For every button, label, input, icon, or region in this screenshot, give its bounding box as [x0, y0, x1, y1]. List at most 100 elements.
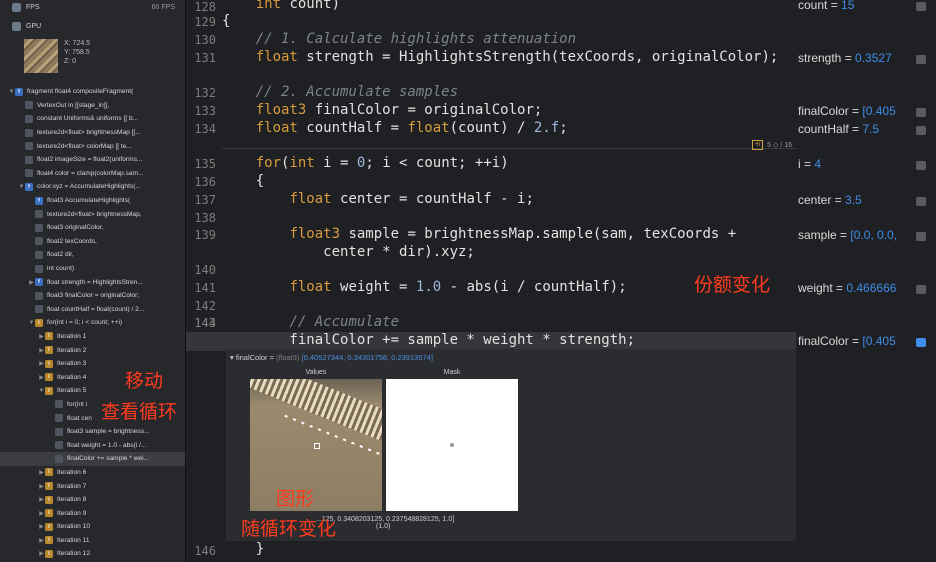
- disclosure-triangle-icon[interactable]: ▶: [38, 510, 45, 517]
- quick-look-button[interactable]: [916, 161, 926, 170]
- tree-item[interactable]: float weight = 1.0 - abs(i /...: [0, 438, 185, 452]
- tree-item[interactable]: ▶ i Iteration 10: [0, 520, 185, 534]
- gpu-row[interactable]: GPU: [0, 19, 185, 33]
- tree-item[interactable]: float3 originalColor,: [0, 221, 185, 235]
- line-number[interactable]: 141: [194, 281, 216, 295]
- tree-item[interactable]: ▶ i Iteration 8: [0, 493, 185, 507]
- tree-item[interactable]: ▶ i Iteration 12: [0, 547, 185, 561]
- code-line[interactable]: // 1. Calculate highlights attenuation: [222, 31, 576, 47]
- tree-item[interactable]: int count): [0, 262, 185, 276]
- line-number[interactable]: 128: [194, 0, 216, 14]
- code-line[interactable]: int count): [222, 0, 340, 12]
- tree-item[interactable]: ▼ i for(int i = 0; i < count; ++i): [0, 316, 185, 330]
- code-line[interactable]: float3 sample = brightnessMap.sample(sam…: [222, 226, 736, 242]
- code-line[interactable]: float countHalf = float(count) / 2.f;: [222, 120, 568, 136]
- code-line[interactable]: center * dir).xyz;: [222, 244, 475, 260]
- quick-look-button[interactable]: [916, 55, 926, 64]
- code-line[interactable]: // 2. Accumulate samples: [222, 84, 458, 100]
- popover-header[interactable]: ▾ finalColor = (float3) [0.40527344, 0.3…: [226, 349, 796, 362]
- line-number[interactable]: 133: [194, 104, 216, 118]
- tree-item[interactable]: texture2d<float> colorMap [[ te...: [0, 139, 185, 153]
- code-line[interactable]: float strength = HighlightsStrength(texC…: [222, 49, 779, 65]
- tree-item[interactable]: ▶ i Iteration 9: [0, 506, 185, 520]
- tree-item[interactable]: constant Uniforms& uniforms [[ b...: [0, 112, 185, 126]
- tree-item[interactable]: VertexOut in [[stage_in]],: [0, 99, 185, 113]
- disclosure-triangle-icon[interactable]: ▶: [38, 360, 45, 367]
- tree-item[interactable]: float countHalf = float(count) / 2...: [0, 303, 185, 317]
- tree-item[interactable]: ▼ f fragment float4 compositeFragment(: [0, 85, 185, 99]
- iteration-badge[interactable]: ⟲ 5 ◇ / 16: [752, 140, 792, 150]
- code-line[interactable]: float3 finalColor = originalColor;: [222, 102, 543, 118]
- line-number[interactable]: 139: [194, 228, 216, 242]
- code-line[interactable]: float center = countHalf - i;: [222, 191, 533, 207]
- variable-value-row[interactable]: center = 3.5: [798, 193, 862, 207]
- tree-item[interactable]: float2 texCoords,: [0, 235, 185, 249]
- variable-value-row[interactable]: weight = 0.466666: [798, 281, 896, 295]
- disclosure-triangle-icon[interactable]: ▼: [8, 89, 15, 95]
- line-number[interactable]: 146: [194, 544, 216, 558]
- disclosure-triangle-icon[interactable]: ▶: [38, 347, 45, 354]
- disclosure-triangle-icon[interactable]: ▶: [28, 279, 35, 286]
- tree-item[interactable]: finalColor += sample * wei...: [0, 452, 185, 466]
- disclosure-triangle-icon[interactable]: ▼: [28, 320, 35, 326]
- line-number[interactable]: 136: [194, 175, 216, 189]
- code-line[interactable]: finalColor += sample * weight * strength…: [222, 332, 635, 348]
- disclosure-triangle-icon[interactable]: ▼: [18, 184, 25, 190]
- line-number[interactable]: 144: [194, 316, 216, 330]
- variable-value-row[interactable]: countHalf = 7.5: [798, 122, 879, 136]
- disclosure-triangle-icon[interactable]: ▶: [38, 483, 45, 490]
- line-number[interactable]: 129: [194, 15, 216, 29]
- variable-value-row[interactable]: i = 4: [798, 157, 821, 171]
- code-line[interactable]: }: [222, 541, 264, 557]
- tree-item[interactable]: ▶ i Iteration 1: [0, 330, 185, 344]
- line-number[interactable]: 135: [194, 157, 216, 171]
- disclosure-triangle-icon[interactable]: ▶: [38, 469, 45, 476]
- disclosure-triangle-icon[interactable]: ▶: [38, 333, 45, 340]
- tree-item[interactable]: ▶ i Iteration 11: [0, 534, 185, 548]
- disclosure-triangle-icon[interactable]: ▶: [38, 537, 45, 544]
- quick-look-button[interactable]: [916, 232, 926, 241]
- line-number[interactable]: 142: [194, 299, 216, 313]
- quick-look-button[interactable]: [916, 285, 926, 294]
- fps-row[interactable]: FPS 60 FPS: [0, 0, 185, 14]
- quick-look-button[interactable]: [916, 126, 926, 135]
- tree-item[interactable]: texture2d<float> brightnessMap [[...: [0, 126, 185, 140]
- disclosure-triangle-icon[interactable]: ▶: [38, 496, 45, 503]
- line-number[interactable]: 131: [194, 51, 216, 65]
- quick-look-button[interactable]: [916, 2, 926, 11]
- disclosure-triangle-icon[interactable]: ▼: [38, 388, 45, 394]
- variable-value-row[interactable]: finalColor = [0.405: [798, 334, 896, 348]
- tree-item[interactable]: ▶ i Iteration 2: [0, 343, 185, 357]
- pixel-thumbnail[interactable]: [24, 39, 58, 73]
- variable-value-row[interactable]: finalColor = [0.405: [798, 104, 896, 118]
- line-number[interactable]: 138: [194, 211, 216, 225]
- line-number[interactable]: 140: [194, 263, 216, 277]
- tree-item[interactable]: texture2d<float> brightnessMap,: [0, 207, 185, 221]
- variable-value-row[interactable]: strength = 0.3527: [798, 51, 892, 65]
- code-line[interactable]: {: [222, 13, 230, 29]
- code-line[interactable]: // Accumulate: [222, 314, 399, 330]
- code-line[interactable]: {: [222, 173, 264, 189]
- quick-look-button[interactable]: [916, 108, 926, 117]
- code-line[interactable]: float weight = 1.0 - abs(i / countHalf);: [222, 279, 626, 295]
- disclosure-triangle-icon[interactable]: ▶: [38, 550, 45, 557]
- values-preview-image[interactable]: [250, 379, 382, 511]
- mask-preview-image[interactable]: [386, 379, 518, 511]
- line-number[interactable]: 132: [194, 86, 216, 100]
- tree-item[interactable]: f float3 AccumulateHighlights(: [0, 194, 185, 208]
- disclosure-triangle-icon[interactable]: ▶: [38, 374, 45, 381]
- tree-item[interactable]: ▶ i Iteration 6: [0, 466, 185, 480]
- code-line[interactable]: for(int i = 0; i < count; ++i): [222, 155, 509, 171]
- variable-value-row[interactable]: count = 15: [798, 0, 854, 12]
- tree-item[interactable]: float4 color = clamp(colorMap.sam...: [0, 167, 185, 181]
- tree-item[interactable]: float3 finalColor = originalColor;: [0, 289, 185, 303]
- tree-item[interactable]: ▶ i Iteration 7: [0, 479, 185, 493]
- tree-item[interactable]: ▶ f float strength = HighlightsStren...: [0, 275, 185, 289]
- tree-item[interactable]: float2 imageSize = float2(uniforms...: [0, 153, 185, 167]
- tree-item[interactable]: float3 sample = brightness...: [0, 425, 185, 439]
- disclosure-triangle-icon[interactable]: ▶: [38, 523, 45, 530]
- quick-look-button[interactable]: [916, 197, 926, 206]
- tree-item[interactable]: ▼ f color.xyz = AccumulateHighlights(...: [0, 180, 185, 194]
- line-number[interactable]: 130: [194, 33, 216, 47]
- variable-value-row[interactable]: sample = [0.0, 0.0,: [798, 228, 897, 242]
